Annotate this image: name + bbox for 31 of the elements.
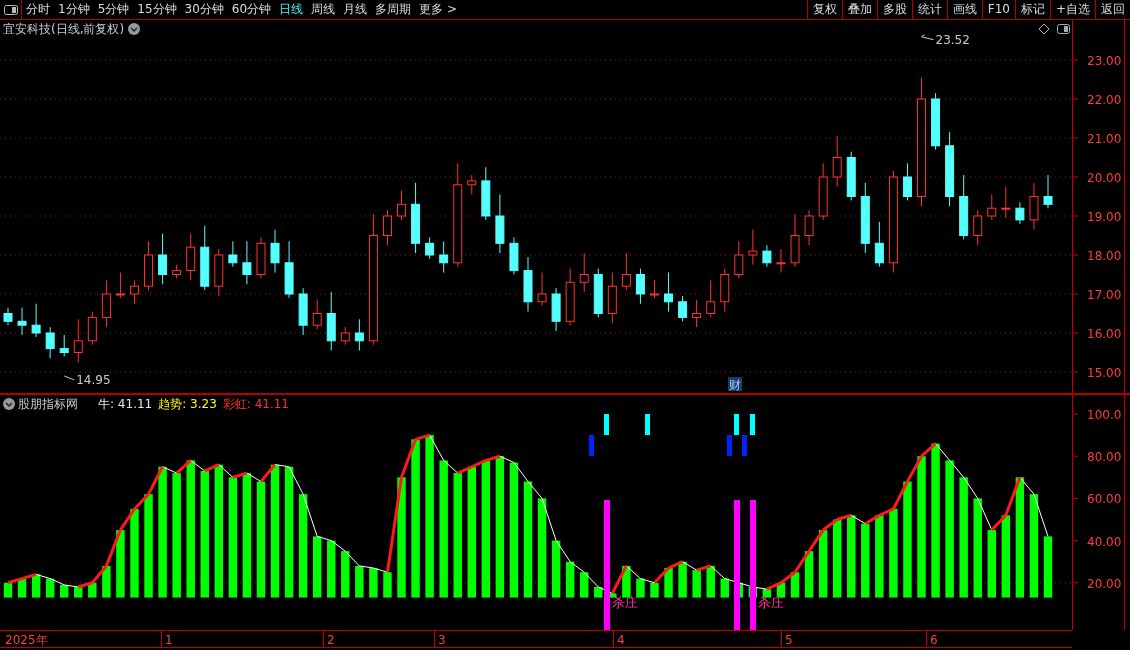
chart-title: 宜安科技(日线,前复权) [3,22,125,36]
axis-label: 22.00 [1087,93,1122,107]
legend-value: 趋势: 3.23 [158,397,217,411]
finance-badge[interactable]: 财 [729,378,741,392]
axis-label: 20.00 [1087,171,1122,185]
date-label: 3 [438,633,446,647]
axis-label: 40.00 [1087,534,1122,549]
axis-label: 80.00 [1087,450,1122,465]
high-price-label: 23.52 [935,32,970,47]
axis-label: 60.00 [1087,492,1122,507]
signal-label: 杀庄 [612,595,638,610]
date-label: 6 [930,633,938,647]
legend-value: 彩虹: 41.11 [222,397,289,411]
date-label: 5 [785,633,793,647]
date-label: 4 [617,633,625,647]
low-price-label: 14.95 [76,372,111,387]
legend-value: 牛: 41.11 [98,397,153,411]
axis-label: 20.00 [1087,576,1122,591]
date-label: 1 [165,633,173,647]
indicator-title: 股朋指标网 [18,397,78,411]
axis-label: 23.00 [1087,54,1122,68]
axis-label: 21.00 [1087,132,1122,146]
axis-label: 16.00 [1087,327,1122,341]
axis-label: 100.0 [1087,408,1122,422]
date-label: 2025年 [5,633,48,647]
axis-label: 17.00 [1087,288,1122,302]
axis-label: 19.00 [1087,210,1122,224]
axis-label: 15.00 [1087,366,1122,380]
date-label: 2 [327,633,335,647]
signal-label: 杀庄 [758,595,784,610]
axis-label: 18.00 [1087,249,1122,263]
